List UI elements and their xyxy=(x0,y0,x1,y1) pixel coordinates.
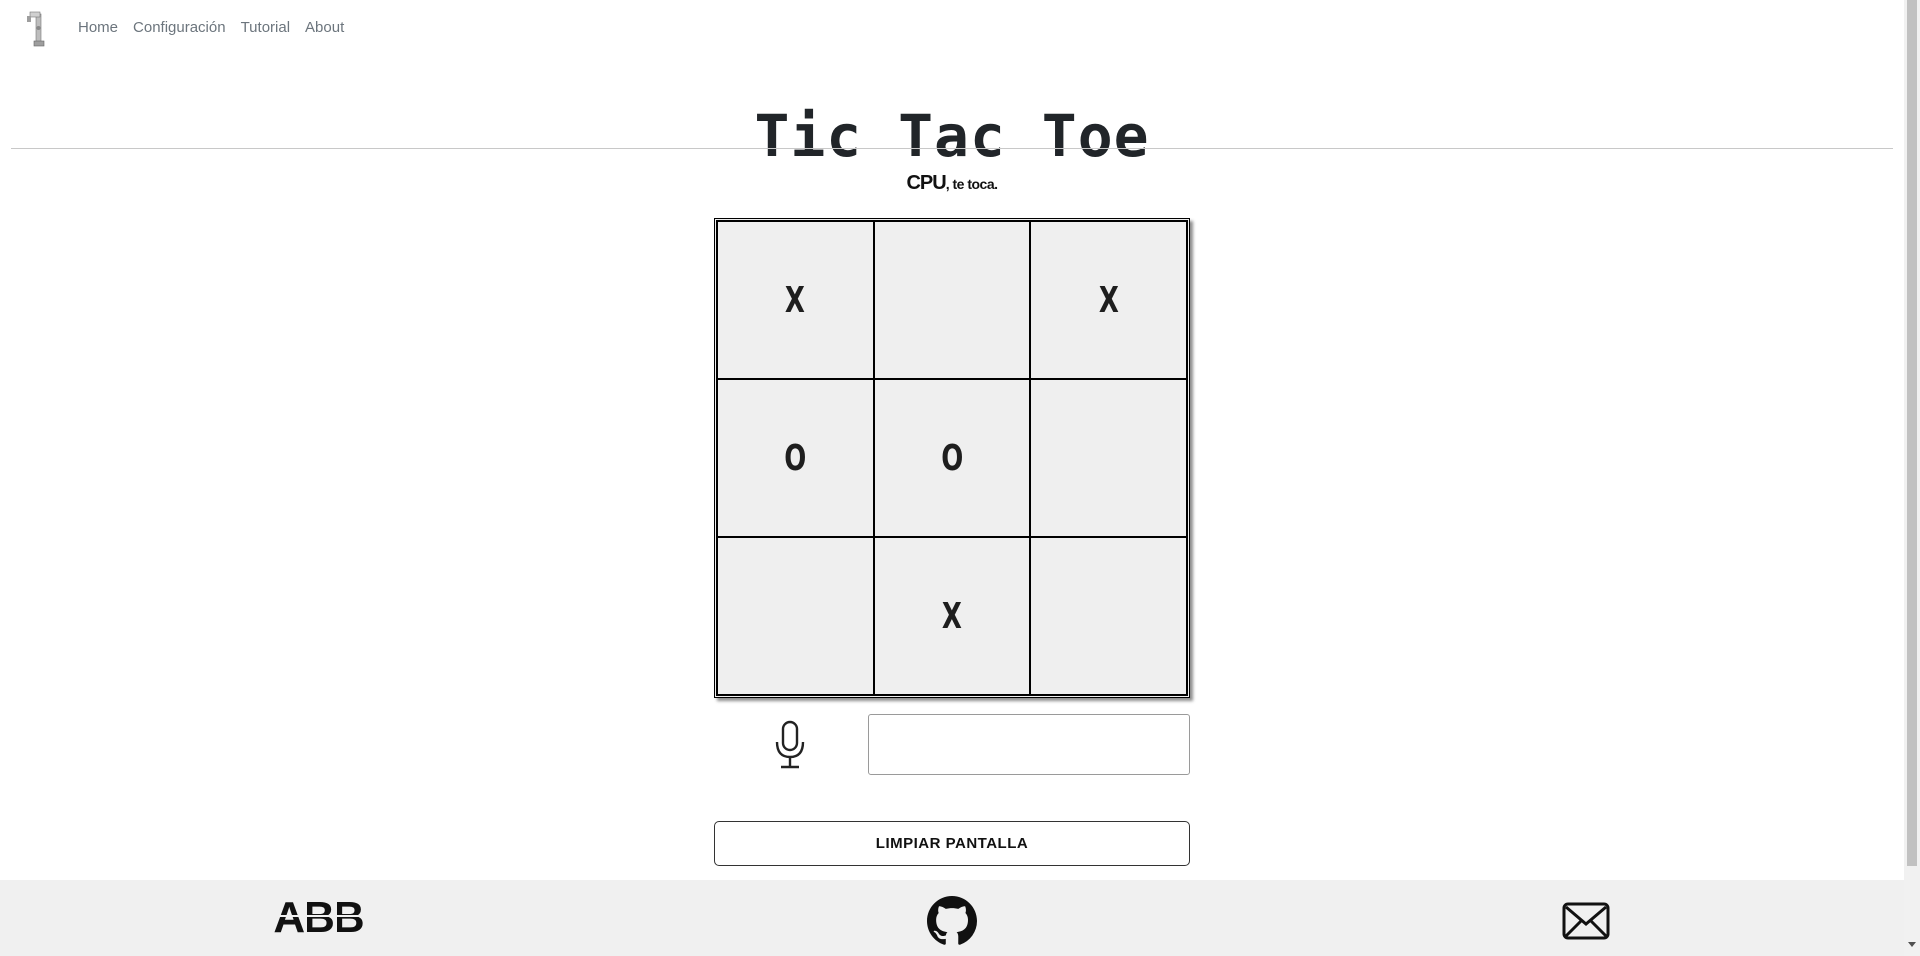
board-cell-6[interactable] xyxy=(1030,379,1187,537)
board-cell-3[interactable]: X xyxy=(1030,221,1187,379)
nav-tutorial[interactable]: Tutorial xyxy=(241,19,290,36)
github-icon[interactable] xyxy=(927,896,977,946)
board-cell-9[interactable] xyxy=(1030,537,1187,695)
scrollbar-thumb[interactable] xyxy=(1907,0,1917,866)
mail-icon[interactable] xyxy=(1562,902,1610,940)
footer: ABB xyxy=(0,880,1904,956)
page-title: Tic Tac Toe xyxy=(754,101,1150,170)
nav-configuracion[interactable]: Configuración xyxy=(133,19,226,36)
board-cell-7[interactable] xyxy=(717,537,874,695)
board-cell-5[interactable]: O xyxy=(873,379,1031,537)
board-cell-1[interactable]: X xyxy=(717,221,874,379)
nav-home[interactable]: Home xyxy=(78,19,118,36)
microphone-icon[interactable] xyxy=(772,720,808,770)
game-board: X X O O X xyxy=(714,218,1190,698)
current-player: CPU xyxy=(906,172,946,194)
nav-about[interactable]: About xyxy=(305,19,344,36)
board-cell-2[interactable] xyxy=(873,221,1031,379)
scrollbar[interactable] xyxy=(1904,0,1920,956)
cell-mark: X xyxy=(941,595,962,637)
robot-arm-icon[interactable] xyxy=(24,8,54,48)
abb-logo[interactable]: ABB xyxy=(270,896,366,936)
nav-links: Home Configuración Tutorial About xyxy=(78,19,344,36)
voice-command-input[interactable] xyxy=(868,714,1190,775)
page: Home Configuración Tutorial About Tic Ta… xyxy=(0,0,1920,956)
cell-mark: X xyxy=(785,279,806,321)
scroll-down-arrow[interactable] xyxy=(1908,942,1916,947)
clear-screen-button[interactable]: LIMPIAR PANTALLA xyxy=(714,821,1190,866)
board-cell-8[interactable]: X xyxy=(873,537,1031,695)
cell-mark: X xyxy=(1098,279,1119,321)
turn-indicator: CPU, te toca. xyxy=(0,172,1904,195)
turn-message: , te toca. xyxy=(945,176,998,192)
cell-mark: O xyxy=(784,437,807,479)
navbar: Home Configuración Tutorial About xyxy=(0,0,1900,58)
board-cell-4[interactable]: O xyxy=(717,379,874,537)
divider xyxy=(11,148,1893,149)
cell-mark: O xyxy=(940,437,964,479)
